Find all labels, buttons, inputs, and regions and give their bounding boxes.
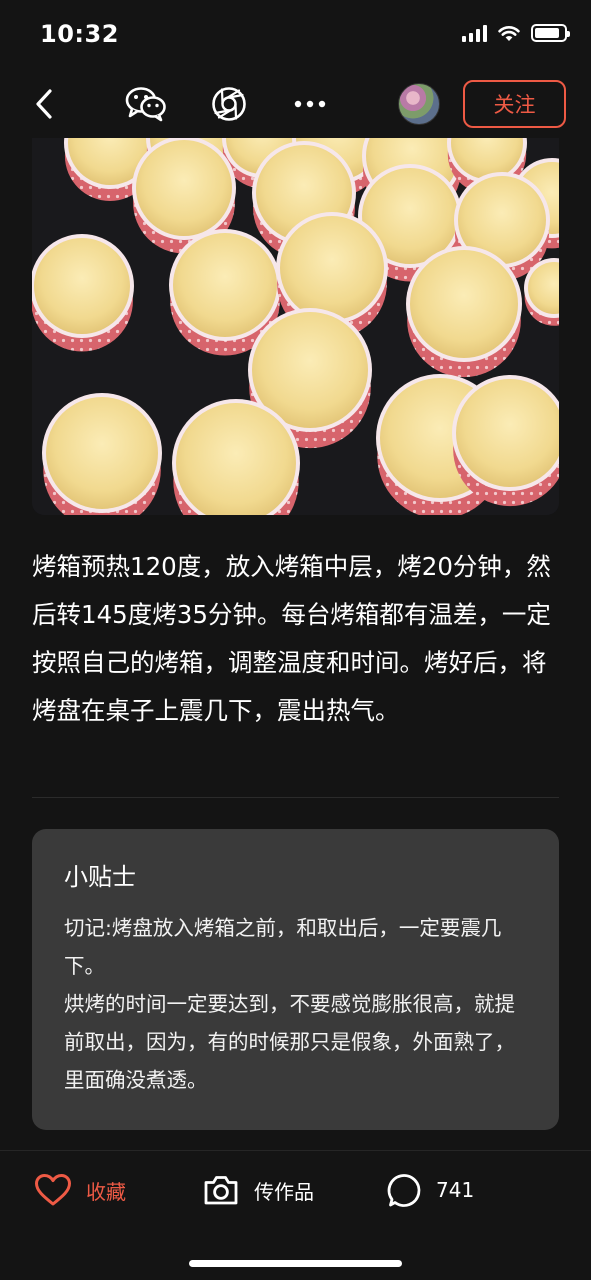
moments-icon bbox=[212, 87, 246, 121]
favorite-label: 收藏 bbox=[86, 1179, 126, 1204]
cupcake-top bbox=[280, 216, 384, 320]
more-button[interactable] bbox=[286, 80, 334, 128]
cupcake-photo-image bbox=[32, 138, 559, 515]
tips-line: 烘烤的时间一定要达到，不要感觉膨胀很高，就提前取出，因为，有的时候那只是假象，外… bbox=[64, 992, 515, 1092]
upload-work-label: 传作品 bbox=[254, 1179, 314, 1204]
cupcake-top bbox=[136, 140, 232, 236]
status-icons bbox=[462, 24, 570, 42]
step-description: 烤箱预热120度，放入烤箱中层，烤20分钟，然后转145度烤35分钟。每台烤箱都… bbox=[32, 552, 551, 725]
share-wechat-button[interactable] bbox=[122, 80, 170, 128]
follow-button[interactable]: 关注 bbox=[463, 80, 566, 128]
divider bbox=[32, 797, 559, 798]
status-bar: 10:32 bbox=[0, 0, 591, 72]
cupcake-top bbox=[46, 397, 158, 509]
recipe-step-screen: 10:32 关注 烤箱预热120度，放入烤箱中层，烤20分钟，然后转145度烤3… bbox=[0, 0, 591, 1280]
cupcake-top bbox=[173, 233, 277, 337]
nav-bar: 关注 bbox=[0, 72, 591, 136]
wifi-icon bbox=[498, 26, 520, 41]
signal-icon bbox=[462, 24, 487, 42]
share-moments-button[interactable] bbox=[205, 80, 253, 128]
tips-line: 切记:烤盘放入烤箱之前，和取出后，一定要震几下。 bbox=[64, 916, 502, 978]
comment-button[interactable]: 741 bbox=[386, 1169, 474, 1211]
back-icon bbox=[36, 89, 52, 119]
tips-body: 切记:烤盘放入烤箱之前，和取出后，一定要震几下。 烘烤的时间一定要达到，不要感觉… bbox=[64, 909, 534, 1099]
wechat-icon bbox=[125, 87, 166, 122]
cupcake-top bbox=[456, 379, 559, 487]
cupcake-top bbox=[34, 238, 130, 334]
battery-icon bbox=[531, 24, 570, 42]
bottom-action-bar: 收藏 传作品 741 bbox=[0, 1150, 591, 1230]
comment-icon bbox=[387, 1174, 421, 1207]
back-button[interactable] bbox=[20, 80, 68, 128]
tips-title: 小贴士 bbox=[64, 863, 136, 891]
more-icon bbox=[294, 100, 326, 108]
tips-card: 小贴士 切记:烤盘放入烤箱之前，和取出后，一定要震几下。 烘烤的时间一定要达到，… bbox=[32, 829, 559, 1130]
author-avatar[interactable] bbox=[398, 83, 440, 125]
cupcake-top bbox=[410, 250, 518, 358]
comment-count: 741 bbox=[436, 1178, 475, 1202]
cupcake-photo bbox=[32, 138, 559, 515]
status-time: 10:32 bbox=[40, 20, 119, 48]
heart-icon bbox=[35, 1174, 71, 1206]
upload-work-button[interactable]: 传作品 bbox=[202, 1169, 314, 1211]
battery-level bbox=[535, 28, 559, 38]
favorite-button[interactable]: 收藏 bbox=[34, 1169, 126, 1211]
camera-icon bbox=[204, 1176, 238, 1205]
home-indicator[interactable] bbox=[189, 1260, 402, 1267]
